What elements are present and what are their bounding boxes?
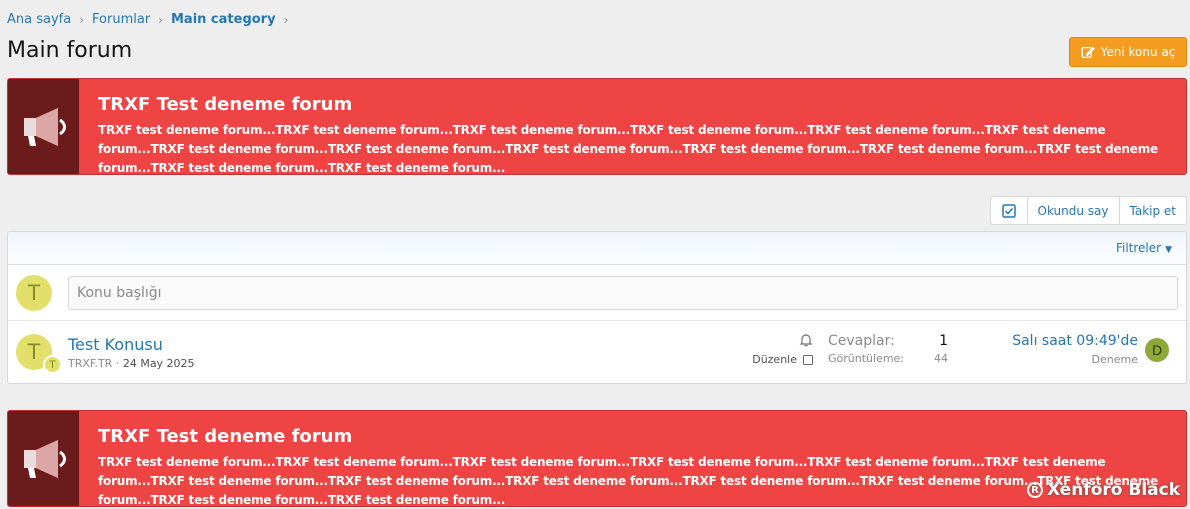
replies-value: 1 xyxy=(939,333,948,349)
edit-icon xyxy=(1081,46,1095,58)
edit-checkbox[interactable] xyxy=(803,354,813,365)
select-toggle-button[interactable] xyxy=(991,197,1027,224)
latest-post-time[interactable]: Salı saat 09:49'de xyxy=(1012,333,1138,349)
new-thread-button[interactable]: Yeni konu aç xyxy=(1069,37,1187,67)
quick-thread-row: T Konu başlığı xyxy=(8,265,1186,321)
chevron-right-icon: › xyxy=(283,12,289,27)
thread-author[interactable]: TRXF.TR xyxy=(68,357,112,370)
new-thread-label: Yeni konu aç xyxy=(1100,45,1176,59)
page-title: Main forum xyxy=(7,38,133,63)
views-value: 44 xyxy=(934,352,948,365)
forum-actions: Okundu say Takip et xyxy=(989,196,1187,225)
edit-label: Düzenle xyxy=(752,353,797,366)
views-label: Görüntüleme: xyxy=(828,352,905,365)
notice-banner: TRXF Test deneme forum TRXF test deneme … xyxy=(7,78,1187,175)
megaphone-icon xyxy=(23,439,66,478)
breadcrumb-item-forums[interactable]: Forumlar xyxy=(92,12,150,27)
thread-meta: TRXF.TR · 24 May 2025 xyxy=(68,356,195,370)
breadcrumb-item-category[interactable]: Main category xyxy=(171,12,276,27)
watch-button[interactable]: Takip et xyxy=(1118,197,1187,224)
thread-title-input[interactable]: Konu başlığı xyxy=(68,275,1178,310)
filter-button[interactable]: Filtreler ▼ xyxy=(1116,241,1172,255)
last-poster-avatar[interactable]: T xyxy=(43,355,62,374)
notice-title: TRXF Test deneme forum xyxy=(98,426,353,447)
notice-icon-box xyxy=(8,411,79,506)
chevron-right-icon: › xyxy=(158,12,163,27)
filter-bar: Filtreler ▼ xyxy=(8,232,1186,265)
thread-avatar: T T xyxy=(16,334,62,374)
megaphone-icon xyxy=(23,107,66,146)
bell-icon xyxy=(799,334,813,347)
thread-status: Düzenle xyxy=(750,333,813,366)
latest-post-user[interactable]: Deneme xyxy=(1012,353,1138,366)
chevron-right-icon: › xyxy=(79,12,85,27)
table-row: T T Test Konusu TRXF.TR · 24 May 2025 Dü… xyxy=(8,321,1186,383)
avatar[interactable]: D xyxy=(1145,338,1169,362)
notice-title: TRXF Test deneme forum xyxy=(98,94,353,115)
notice-text: TRXF test deneme forum...TRXF test denem… xyxy=(98,123,1158,175)
registered-icon: R xyxy=(1027,482,1044,498)
mark-read-button[interactable]: Okundu say xyxy=(1026,197,1119,224)
notice-banner: TRXF Test deneme forum TRXF test deneme … xyxy=(7,410,1187,507)
thread-stats: Cevaplar: 1 Görüntüleme: 44 xyxy=(828,333,948,365)
avatar[interactable]: T xyxy=(16,274,52,311)
notice-text: TRXF test deneme forum...TRXF test denem… xyxy=(98,455,1158,507)
notice-icon-box xyxy=(8,79,79,174)
thread-main: Test Konusu TRXF.TR · 24 May 2025 xyxy=(68,335,195,370)
thread-list: Filtreler ▼ T Konu başlığı T T Test Konus… xyxy=(7,231,1187,384)
breadcrumb: Ana sayfa › Forumlar › Main category › xyxy=(7,12,296,27)
check-square-icon xyxy=(1001,203,1016,218)
breadcrumb-item-home[interactable]: Ana sayfa xyxy=(7,12,71,27)
caret-down-icon: ▼ xyxy=(1165,245,1172,255)
replies-label: Cevaplar: xyxy=(828,333,895,349)
latest-post: Salı saat 09:49'de Deneme xyxy=(1012,333,1138,366)
thread-title-link[interactable]: Test Konusu xyxy=(68,335,195,355)
watermark-text: Xenforo Black xyxy=(1047,480,1180,500)
edit-toggle[interactable]: Düzenle xyxy=(750,353,813,366)
watermark: R Xenforo Black xyxy=(1027,480,1180,500)
filter-label: Filtreler xyxy=(1115,241,1162,255)
thread-date[interactable]: 24 May 2025 xyxy=(123,357,195,370)
